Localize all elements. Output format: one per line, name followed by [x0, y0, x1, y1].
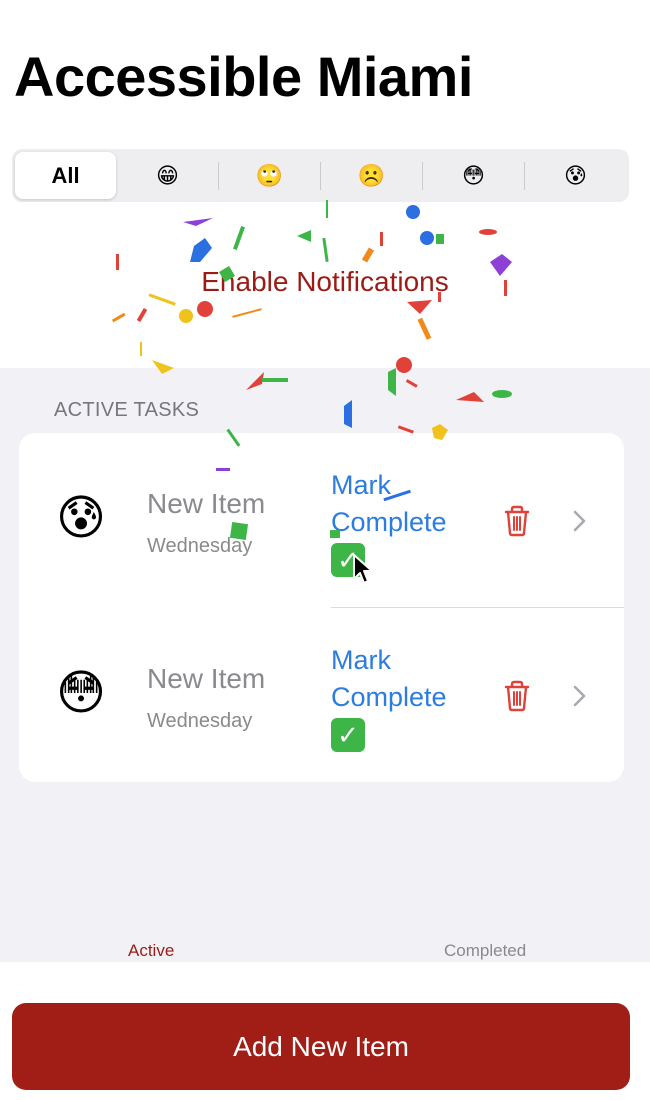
task-list-card: 😰 New Item Wednesday Mark Complete ✓ 😳 N…: [19, 433, 624, 782]
mark-complete-label: Mark Complete: [331, 645, 447, 712]
grinning-face-icon: 😁: [156, 162, 179, 188]
chevron-right-icon[interactable]: [572, 509, 588, 538]
add-new-item-label: Add New Item: [233, 1030, 409, 1062]
page-title: Accessible Miami: [14, 45, 473, 108]
mark-complete-label: Mark Complete: [331, 470, 447, 537]
mouse-pointer-icon: [353, 554, 373, 584]
segment-rolling-eyes[interactable]: 🙄: [219, 152, 320, 199]
mood-filter-segmented-control[interactable]: All 😁 🙄 ☹️ 😳 😰: [12, 149, 629, 202]
trash-icon[interactable]: [502, 680, 532, 717]
anxious-sweat-face-icon: 😰: [564, 162, 587, 188]
enable-notifications-button[interactable]: Enable Notifications: [0, 266, 650, 298]
check-mark-icon: ✓: [331, 718, 365, 752]
task-title: New Item: [147, 663, 266, 694]
task-row[interactable]: 😳 New Item Wednesday Mark Complete ✓: [19, 608, 624, 782]
segment-flushed[interactable]: 😳: [423, 152, 524, 199]
task-day: Wednesday: [147, 535, 253, 557]
add-new-item-button[interactable]: Add New Item: [12, 1003, 630, 1090]
tab-active[interactable]: Active: [128, 941, 174, 961]
trash-icon[interactable]: [502, 505, 532, 542]
segment-anxious[interactable]: 😰: [525, 152, 626, 199]
segment-all-label: All: [51, 162, 80, 188]
frowning-face-icon: ☹️: [357, 162, 386, 188]
segment-all[interactable]: All: [15, 152, 116, 199]
task-row[interactable]: 😰 New Item Wednesday Mark Complete ✓: [19, 433, 624, 608]
task-day: Wednesday: [147, 710, 253, 732]
tab-completed[interactable]: Completed: [444, 941, 526, 961]
flushed-face-icon: 😳: [56, 667, 107, 720]
anxious-sweat-face-icon: 😰: [56, 492, 107, 545]
section-header-active-tasks: ACTIVE TASKS: [54, 399, 200, 421]
mark-complete-button[interactable]: Mark Complete ✓: [331, 642, 471, 754]
segment-frowning[interactable]: ☹️: [321, 152, 422, 199]
flushed-face-icon: 😳: [462, 162, 485, 188]
chevron-right-icon[interactable]: [572, 684, 588, 713]
rolling-eyes-face-icon: 🙄: [255, 162, 284, 188]
task-title: New Item: [147, 488, 266, 519]
segment-grinning[interactable]: 😁: [117, 152, 218, 199]
